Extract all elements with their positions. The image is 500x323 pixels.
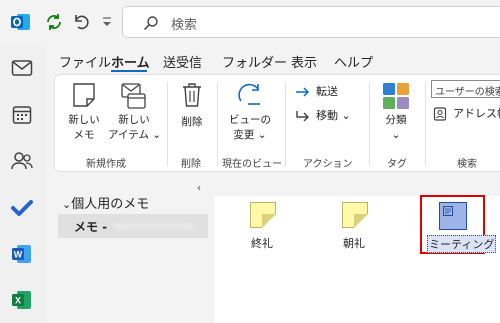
- new-item-label-1: 新しい: [118, 114, 150, 126]
- categorize-icon: [382, 82, 410, 114]
- note-icon: [342, 202, 368, 228]
- folder-item-notes[interactable]: メモ -: [58, 214, 208, 238]
- sync-icon[interactable]: [44, 13, 64, 31]
- note-icon: [250, 202, 276, 228]
- note-item[interactable]: 朝礼: [330, 200, 380, 252]
- new-note-label-1: 新しい: [68, 114, 100, 126]
- move-icon: [295, 108, 311, 127]
- tab-home[interactable]: ホーム: [111, 52, 150, 71]
- app-rail: W X: [0, 44, 45, 323]
- svg-text:W: W: [14, 250, 23, 260]
- tab-folder[interactable]: フォルダー: [222, 52, 287, 71]
- todo-icon[interactable]: [8, 194, 36, 222]
- categorize-button[interactable]: 分類 ⌄: [376, 80, 416, 148]
- calendar-icon[interactable]: [8, 101, 36, 129]
- new-note-label-2: メモ: [73, 129, 95, 141]
- active-tab-indicator: [111, 70, 147, 72]
- ribbon-divider: [285, 82, 286, 166]
- forward-icon: [295, 84, 311, 103]
- note-title: ミーティング: [427, 235, 497, 253]
- change-view-icon: [238, 82, 264, 112]
- move-label: 移動 ⌄: [316, 109, 351, 122]
- delete-button[interactable]: 削除: [172, 80, 212, 148]
- group-label-delete: 削除: [181, 159, 201, 170]
- new-note-button[interactable]: 新しい メモ: [64, 80, 104, 148]
- categorize-label-2: ⌄: [391, 129, 401, 141]
- search-box[interactable]: 検索: [122, 6, 500, 38]
- forward-label: 転送: [316, 85, 338, 98]
- note-title: 終礼: [251, 237, 273, 250]
- ribbon-divider: [167, 82, 168, 166]
- mail-icon[interactable]: [8, 54, 36, 82]
- search-icon: [143, 15, 159, 35]
- tab-help[interactable]: ヘルプ: [334, 52, 373, 71]
- address-book-icon: [433, 106, 447, 122]
- categorize-label-1: 分類: [385, 114, 407, 126]
- search-people-input[interactable]: ユーザーの検索: [431, 80, 500, 98]
- new-item-button[interactable]: 新しい アイテム ⌄: [108, 80, 162, 148]
- new-note-icon: [72, 82, 96, 112]
- word-icon[interactable]: W: [8, 240, 36, 268]
- note-item[interactable]: 終礼: [238, 200, 288, 252]
- new-item-label-2: アイテム ⌄: [108, 129, 162, 141]
- outlook-logo-icon: [11, 13, 31, 31]
- change-view-label-1: ビューの: [229, 114, 271, 126]
- change-view-label-2: 変更 ⌄: [233, 129, 267, 141]
- new-items-icon: [120, 82, 148, 114]
- group-label-current-view: 現在のビュー: [222, 159, 282, 170]
- chevron-down-icon: ⌄: [62, 198, 72, 211]
- note-title: 朝礼: [343, 237, 365, 250]
- tab-view[interactable]: 表示: [291, 52, 317, 71]
- address-book-label: アドレス帳: [453, 107, 500, 120]
- collapse-pane-icon[interactable]: ‹: [197, 183, 201, 194]
- folder-item-label: メモ -: [74, 220, 108, 234]
- excel-icon[interactable]: X: [8, 286, 36, 314]
- folder-group-header[interactable]: ⌄個人用のメモ: [62, 193, 149, 212]
- change-view-button[interactable]: ビューの 変更 ⌄: [222, 80, 278, 148]
- group-label-new: 新規作成: [86, 159, 126, 170]
- people-icon[interactable]: [8, 147, 36, 175]
- redacted-account-name: [114, 223, 194, 230]
- search-people-placeholder: ユーザーの検索: [435, 87, 500, 98]
- forward-button[interactable]: 転送: [293, 82, 353, 100]
- ribbon-divider: [425, 82, 426, 166]
- note-item-selected[interactable]: ミーティング: [420, 195, 497, 254]
- note-icon: [439, 202, 467, 230]
- move-button[interactable]: 移動 ⌄: [293, 106, 359, 124]
- tab-send-receive[interactable]: 送受信: [163, 52, 202, 71]
- search-placeholder: 検索: [171, 18, 198, 33]
- trash-icon: [182, 82, 202, 112]
- folder-group-title: 個人用のメモ: [71, 197, 150, 212]
- group-label-find: 検索: [457, 159, 477, 170]
- ribbon-divider: [369, 82, 370, 166]
- address-book-button[interactable]: アドレス帳: [433, 104, 500, 122]
- svg-text:X: X: [15, 296, 21, 306]
- group-label-tags: タグ: [387, 159, 407, 170]
- tab-file[interactable]: ファイル: [59, 52, 111, 71]
- customize-toolbar-icon[interactable]: [101, 14, 113, 28]
- undo-icon[interactable]: [72, 13, 90, 31]
- delete-label: 削除: [181, 116, 203, 128]
- ribbon-divider: [217, 82, 218, 166]
- group-label-actions: アクション: [303, 159, 353, 170]
